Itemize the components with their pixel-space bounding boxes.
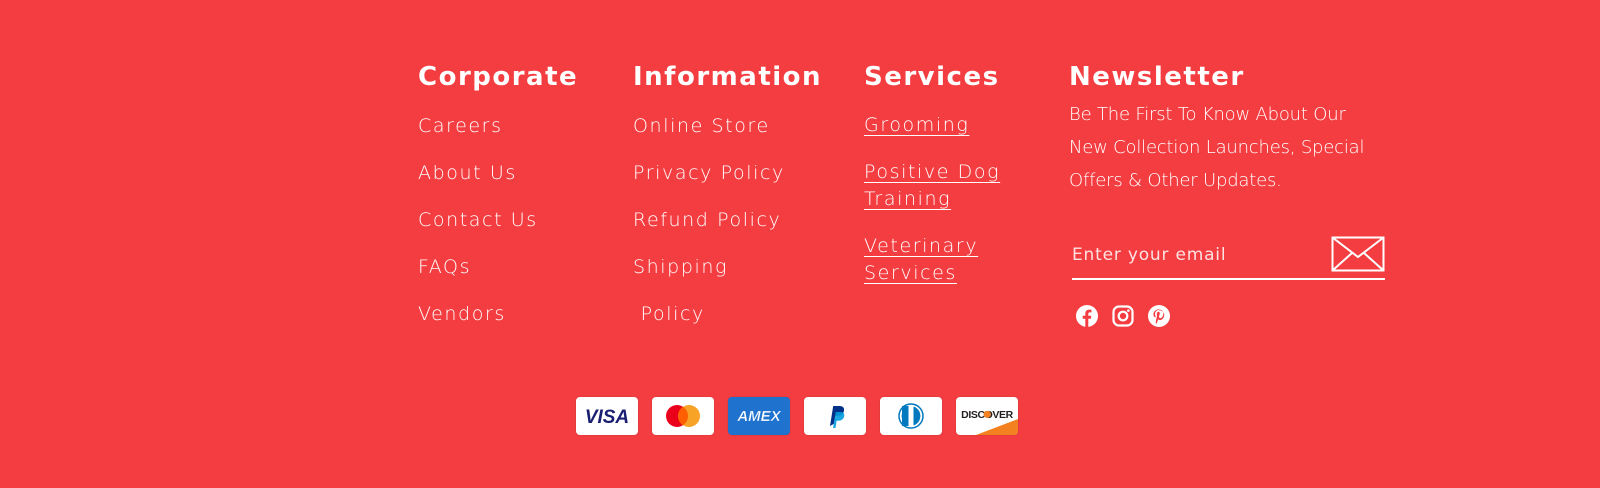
instagram-icon: [1111, 305, 1135, 332]
positive-dog-training-link[interactable]: Positive Dog Training: [864, 159, 1004, 213]
diners-club-card: [880, 397, 942, 435]
facebook-icon: [1075, 305, 1099, 332]
services-column: Services Grooming Positive Dog Training …: [864, 60, 1000, 284]
subscribe-button[interactable]: [1331, 236, 1385, 272]
visa-logo-text: VISA: [585, 407, 629, 428]
vendors-link[interactable]: Vendors: [418, 303, 506, 325]
discover-card: DISCOVER: [956, 397, 1018, 435]
paypal-card: [804, 397, 866, 435]
information-column: Information Online Store Privacy Policy …: [633, 60, 823, 325]
amex-logo-text: AMEX: [736, 408, 781, 425]
about-us-link[interactable]: About Us: [418, 162, 517, 184]
newsletter-form: [1072, 236, 1385, 280]
payment-methods: VISA AMEX: [576, 397, 1018, 435]
newsletter-description: Be The First To Know About Our New Colle…: [1069, 104, 1365, 191]
email-input[interactable]: [1072, 242, 1312, 268]
instagram-link[interactable]: [1111, 304, 1135, 328]
amex-icon: AMEX: [728, 397, 790, 435]
site-footer: Corporate Careers About Us Contact Us FA…: [0, 0, 1600, 488]
information-heading: Information: [633, 62, 823, 92]
social-links: [1075, 304, 1171, 328]
facebook-link[interactable]: [1075, 304, 1099, 328]
pinterest-link[interactable]: [1147, 304, 1171, 328]
shipping-link[interactable]: Shipping: [633, 256, 728, 278]
discover-icon: DISCOVER: [956, 397, 1018, 435]
envelope-icon: [1331, 236, 1385, 275]
privacy-policy-link[interactable]: Privacy Policy: [633, 162, 785, 184]
faqs-link[interactable]: FAQs: [418, 256, 471, 278]
visa-icon: VISA: [576, 397, 638, 435]
newsletter-column: Newsletter Be The First To Know About Ou…: [1069, 60, 1389, 350]
paypal-icon: [804, 397, 866, 435]
mastercard-icon: [652, 397, 714, 435]
visa-card: VISA: [576, 397, 638, 435]
grooming-link[interactable]: Grooming: [864, 112, 1004, 139]
shipping-policy-link[interactable]: Policy: [633, 303, 705, 325]
refund-policy-link[interactable]: Refund Policy: [633, 209, 781, 231]
contact-us-link[interactable]: Contact Us: [418, 209, 538, 231]
amex-card: AMEX: [728, 397, 790, 435]
mastercard-card: [652, 397, 714, 435]
corporate-column: Corporate Careers About Us Contact Us FA…: [418, 60, 579, 325]
newsletter-heading: Newsletter: [1069, 62, 1245, 92]
pinterest-icon: [1147, 305, 1171, 332]
online-store-link[interactable]: Online Store: [633, 115, 770, 137]
corporate-heading: Corporate: [418, 62, 579, 92]
veterinary-services-link[interactable]: Veterinary Services: [864, 233, 1004, 287]
diners-club-icon: [880, 397, 942, 435]
careers-link[interactable]: Careers: [418, 115, 503, 137]
services-heading: Services: [864, 62, 1000, 92]
